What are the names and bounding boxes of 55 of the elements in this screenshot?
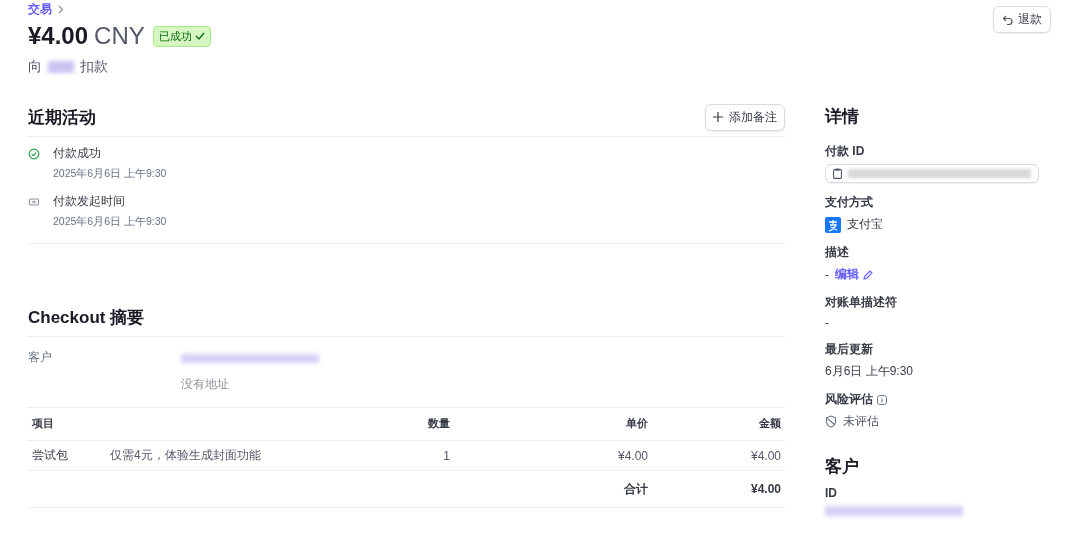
- refund-button[interactable]: 退款: [993, 6, 1051, 33]
- column-header: 单价: [454, 408, 652, 441]
- column-header: 项目: [28, 408, 399, 441]
- event-time: 2025年6月6日 上午9:30: [53, 167, 167, 181]
- column-header: 数量: [398, 408, 454, 441]
- table-cell: 仅需4元，体验生成封面功能: [106, 440, 399, 471]
- card-icon: [28, 196, 40, 208]
- plus-icon: [713, 112, 723, 122]
- event-time: 2025年6月6日 上午9:30: [53, 215, 167, 229]
- table-cell: ¥4.00: [652, 440, 785, 471]
- no-address-text: 没有地址: [181, 376, 230, 393]
- field-label: 对账单描述符: [825, 294, 897, 311]
- event-title: 付款成功: [53, 145, 102, 162]
- field-value: 未评估: [843, 413, 879, 430]
- currency: CNY: [94, 22, 145, 50]
- pencil-icon: [863, 269, 873, 280]
- section-title: 客户: [825, 456, 860, 478]
- clipboard-icon: [833, 168, 842, 179]
- payment-id-field[interactable]: [825, 164, 1039, 183]
- table-cell: 1: [398, 440, 454, 471]
- section-title: 近期活动: [28, 106, 96, 129]
- subtitle-suffix: 扣款: [80, 58, 108, 76]
- check-icon: [194, 32, 205, 40]
- undo-arrow-icon: [1002, 14, 1013, 25]
- field-label: 支付方式: [825, 194, 873, 211]
- breadcrumb-link[interactable]: 交易: [28, 0, 52, 18]
- event-title: 付款发起时间: [53, 193, 126, 210]
- field-label: 风险评估: [825, 391, 873, 408]
- subtitle-prefix: 向: [28, 58, 42, 76]
- total-label: 合计: [454, 470, 652, 508]
- redacted-name: [48, 61, 74, 73]
- chevron-right-icon: [58, 4, 64, 14]
- add-note-button[interactable]: 添加备注: [705, 103, 785, 131]
- check-circle-icon: [28, 148, 40, 160]
- field-label: 最后更新: [825, 341, 873, 358]
- field-value: 支付宝: [847, 216, 883, 233]
- field-label: 客户: [28, 349, 53, 366]
- info-icon[interactable]: [877, 394, 887, 405]
- status-badge: 已成功: [152, 25, 211, 47]
- amount: ¥4.00: [28, 22, 89, 50]
- edit-link[interactable]: 编辑: [835, 266, 873, 283]
- table-cell: 尝试包: [28, 440, 106, 471]
- field-value: -: [825, 316, 829, 330]
- field-label: ID: [825, 486, 838, 500]
- field-label: 描述: [825, 244, 849, 261]
- shield-slash-icon: [825, 415, 837, 428]
- column-header: 金额: [652, 408, 785, 441]
- payment-logo-icon: [825, 216, 841, 233]
- total-amount: ¥4.00: [652, 470, 785, 508]
- field-label: 付款 ID: [825, 143, 865, 160]
- field-value: -: [825, 267, 829, 282]
- table-cell: ¥4.00: [454, 440, 652, 471]
- section-title: 详情: [825, 106, 860, 128]
- section-title: Checkout 摘要: [28, 306, 145, 329]
- field-value: 6月6日 上午9:30: [825, 363, 914, 380]
